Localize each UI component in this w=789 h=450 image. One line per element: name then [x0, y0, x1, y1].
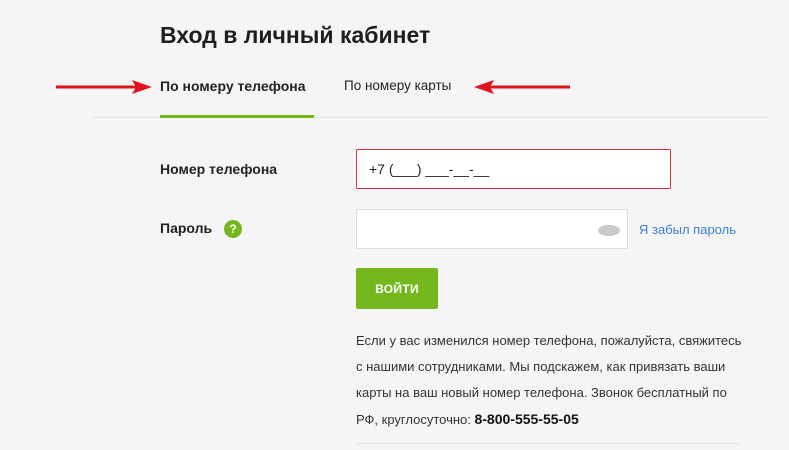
tab-by-card[interactable]: По номеру карты — [344, 78, 451, 93]
red-arrow-right-icon — [56, 80, 152, 94]
bottom-divider — [356, 443, 740, 444]
tab-by-phone[interactable]: По номеру телефона — [160, 78, 306, 94]
password-label: Пароль — [160, 220, 213, 236]
hotline-number: 8-800-555-55-05 — [474, 411, 579, 427]
eye-icon[interactable] — [598, 225, 620, 236]
login-button[interactable]: ВОЙТИ — [356, 268, 438, 309]
info-text: Если у вас изменился номер телефона, пож… — [356, 328, 748, 433]
phone-input[interactable] — [356, 149, 671, 189]
page-title: Вход в личный кабинет — [160, 22, 431, 48]
password-input[interactable] — [356, 209, 628, 249]
red-arrow-left-icon — [474, 80, 570, 94]
question-circle-icon[interactable]: ? — [224, 220, 242, 238]
phone-label: Номер телефона — [160, 161, 278, 177]
active-tab-indicator — [160, 115, 314, 118]
forgot-password-link[interactable]: Я забыл пароль — [639, 222, 736, 237]
